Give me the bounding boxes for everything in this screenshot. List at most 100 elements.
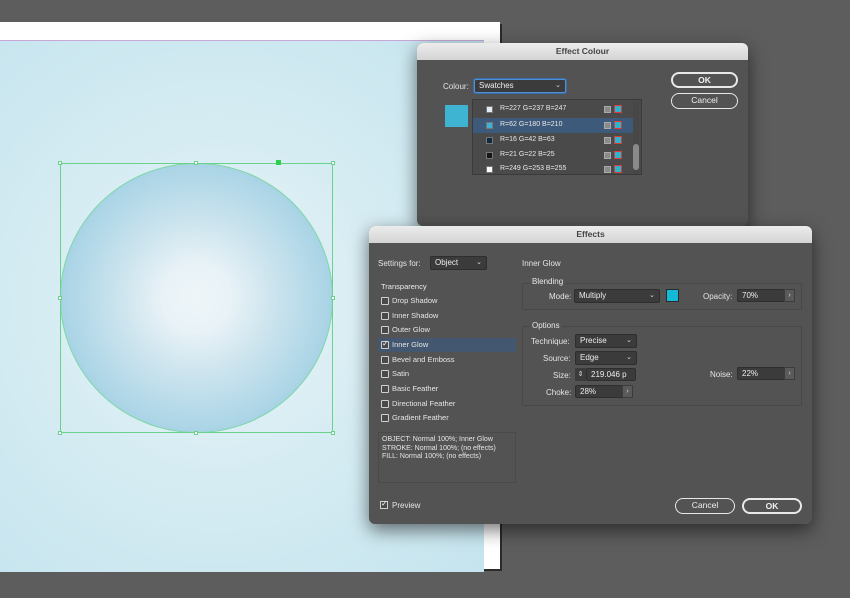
rgb-mode-icon	[614, 121, 622, 129]
swatch-list[interactable]: R=227 G=237 B=247 R=62 G=180 B=210 R=16 …	[472, 99, 642, 175]
swatch-row[interactable]: R=249 G=253 B=255	[473, 162, 633, 177]
process-colour-icon	[604, 152, 611, 159]
effects-summary: OBJECT: Normal 100%; Inner Glow STROKE: …	[378, 432, 516, 483]
checkbox[interactable]	[381, 414, 389, 422]
opacity-arrow-button[interactable]: ›	[784, 289, 795, 302]
chevron-down-icon: ⌄	[555, 82, 561, 89]
size-input[interactable]: 219.046 p	[586, 368, 636, 381]
mode-label: Mode:	[549, 292, 572, 301]
size-stepper[interactable]: ⇕	[575, 368, 586, 381]
technique-select[interactable]: Precise ⌄	[575, 334, 637, 348]
noise-arrow-button[interactable]: ›	[784, 367, 795, 380]
resize-handle-top-right[interactable]	[331, 161, 335, 165]
swatch-color-chip	[486, 166, 493, 173]
glow-colour-swatch[interactable]	[666, 289, 679, 302]
chevron-down-icon: ⌄	[649, 292, 655, 299]
effects-dialog: Effects Settings for: Object ⌄ Inner Glo…	[369, 226, 812, 524]
effect-item-drop-shadow[interactable]: Drop Shadow	[378, 294, 516, 308]
opacity-input[interactable]: 70%	[737, 289, 785, 302]
options-title: Options	[530, 321, 562, 330]
swatch-color-chip	[486, 152, 493, 159]
swatch-color-chip	[486, 122, 493, 129]
resize-handle-right[interactable]	[331, 296, 335, 300]
effect-item-directional-feather[interactable]: Directional Feather	[378, 397, 516, 411]
source-select[interactable]: Edge ⌄	[575, 351, 637, 365]
effect-item-gradient-feather[interactable]: Gradient Feather	[378, 411, 516, 425]
cancel-button[interactable]: Cancel	[675, 498, 735, 514]
checkbox[interactable]	[381, 356, 389, 364]
checkbox[interactable]	[381, 326, 389, 334]
checkbox[interactable]	[381, 297, 389, 305]
preview-checkbox[interactable]	[380, 499, 388, 509]
opacity-label: Opacity:	[703, 292, 733, 301]
checkbox[interactable]	[381, 400, 389, 408]
colour-mode-value: Swatches	[479, 81, 514, 90]
effect-item-inner-glow[interactable]: Inner Glow	[378, 338, 516, 352]
checkbox-checked[interactable]	[381, 339, 389, 349]
effects-list: Drop Shadow Inner Shadow Outer Glow Inne…	[378, 279, 516, 429]
dialog-title: Effects	[369, 226, 812, 243]
resize-handle-bottom[interactable]	[194, 431, 198, 435]
effect-label: Drop Shadow	[392, 296, 438, 305]
resize-handle-left[interactable]	[58, 296, 62, 300]
checkbox[interactable]	[381, 312, 389, 320]
choke-input[interactable]: 28%	[575, 385, 623, 398]
content-grabber-handle[interactable]	[276, 160, 281, 165]
process-colour-icon	[604, 166, 611, 173]
swatch-row[interactable]: R=227 G=237 B=247	[473, 102, 633, 117]
summary-stroke: STROKE: Normal 100%; (no effects)	[382, 444, 496, 452]
rgb-mode-icon	[614, 136, 622, 144]
effect-label: Outer Glow	[392, 325, 430, 334]
summary-fill: FILL: Normal 100%; (no effects)	[382, 453, 482, 460]
transparency-header[interactable]: Transparency	[381, 282, 427, 291]
effect-item-satin[interactable]: Satin	[378, 367, 516, 381]
cancel-button[interactable]: Cancel	[671, 93, 738, 109]
rgb-mode-icon	[614, 165, 622, 173]
colour-preview	[445, 105, 468, 127]
blend-mode-value: Multiply	[579, 291, 607, 300]
chevron-down-icon: ⌄	[626, 337, 632, 344]
process-colour-icon	[604, 137, 611, 144]
effect-label: Gradient Feather	[392, 413, 449, 422]
resize-handle-bottom-left[interactable]	[58, 431, 62, 435]
checkbox[interactable]	[381, 385, 389, 393]
noise-input[interactable]: 22%	[737, 367, 785, 380]
dialog-title: Effect Colour	[417, 43, 748, 60]
preview-label: Preview	[392, 501, 421, 510]
effect-label: Basic Feather	[392, 384, 439, 393]
effect-item-inner-shadow[interactable]: Inner Shadow	[378, 309, 516, 323]
size-label: Size:	[553, 371, 571, 380]
selection-frame[interactable]	[60, 163, 333, 433]
ok-button[interactable]: OK	[742, 498, 802, 514]
swatch-color-chip	[486, 137, 493, 144]
effect-item-basic-feather[interactable]: Basic Feather	[378, 382, 516, 396]
ok-button[interactable]: OK	[671, 72, 738, 88]
settings-for-value: Object	[435, 258, 459, 267]
resize-handle-bottom-right[interactable]	[331, 431, 335, 435]
checkbox[interactable]	[381, 370, 389, 378]
swatch-name: R=249 G=253 B=255	[500, 165, 567, 172]
swatch-row-selected[interactable]: R=62 G=180 B=210	[473, 118, 633, 133]
resize-handle-top-left[interactable]	[58, 161, 62, 165]
swatch-row[interactable]: R=21 G=22 B=25	[473, 148, 633, 163]
choke-arrow-button[interactable]: ›	[622, 385, 633, 398]
blend-mode-select[interactable]: Multiply ⌄	[574, 289, 660, 303]
swatch-name: R=21 G=22 B=25	[500, 151, 555, 158]
noise-label: Noise:	[710, 370, 733, 379]
effect-item-bevel-and-emboss[interactable]: Bevel and Emboss	[378, 353, 516, 367]
resize-handle-top[interactable]	[194, 161, 198, 165]
rgb-mode-icon	[614, 105, 622, 113]
process-colour-icon	[604, 106, 611, 113]
swatch-color-chip	[486, 106, 493, 113]
swatch-row[interactable]: R=16 G=42 B=63	[473, 133, 633, 148]
summary-object: OBJECT: Normal 100%; Inner Glow	[382, 436, 493, 443]
colour-mode-select[interactable]: Swatches ⌄	[474, 79, 566, 93]
swatch-name: R=16 G=42 B=63	[500, 136, 555, 143]
settings-for-select[interactable]: Object ⌄	[430, 256, 487, 270]
chevron-down-icon: ⌄	[626, 354, 632, 361]
effect-item-outer-glow[interactable]: Outer Glow	[378, 323, 516, 337]
effect-label: Inner Glow	[392, 340, 429, 349]
chevron-down-icon: ⌄	[476, 259, 482, 266]
swatch-scrollbar-thumb[interactable]	[633, 144, 639, 170]
choke-label: Choke:	[546, 388, 572, 397]
